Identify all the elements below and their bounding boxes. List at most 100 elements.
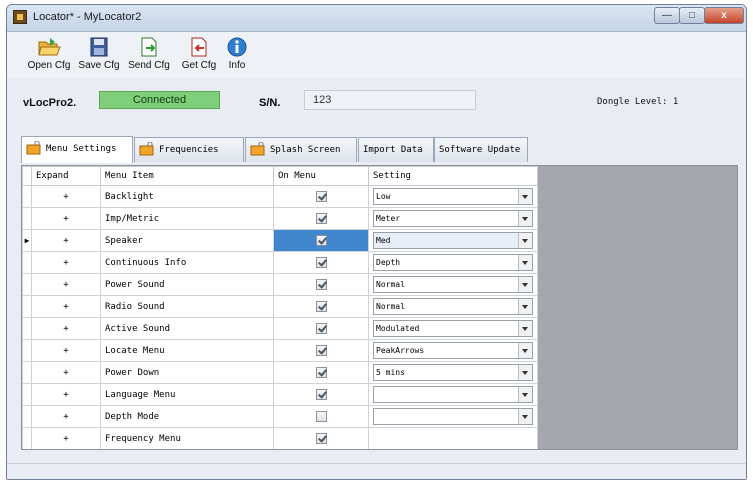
on-menu-checkbox[interactable] (315, 323, 327, 334)
row-indicator (22, 295, 32, 318)
setting-dropdown[interactable]: Depth (373, 254, 533, 271)
table-row[interactable]: + Power Sound Normal (22, 273, 538, 296)
menu-item-cell: Frequency Menu (100, 427, 274, 449)
on-menu-checkbox[interactable] (315, 433, 327, 444)
column-header-menu-item[interactable]: Menu Item (100, 166, 274, 186)
on-menu-checkbox[interactable] (315, 345, 327, 356)
setting-dropdown[interactable] (373, 408, 533, 425)
expand-cell[interactable]: + (31, 273, 101, 296)
setting-value: PeakArrows (376, 346, 425, 355)
minimize-button[interactable]: — (654, 7, 680, 24)
setting-value: Modulated (376, 324, 420, 333)
setting-cell[interactable] (368, 427, 538, 449)
close-icon: x (721, 10, 727, 21)
setting-dropdown[interactable]: Med (373, 232, 533, 249)
table-row[interactable]: + Power Down 5 mins (22, 361, 538, 384)
table-row[interactable]: + Language Menu (22, 383, 538, 406)
column-header-expand[interactable]: Expand (31, 166, 101, 186)
setting-dropdown[interactable]: 5 mins (373, 364, 533, 381)
get-cfg-button[interactable]: Get Cfg (177, 36, 221, 76)
save-disk-icon (90, 37, 108, 57)
on-menu-checkbox[interactable] (315, 213, 327, 224)
title-bar[interactable]: Locator* - MyLocator2 — □ x (7, 5, 746, 32)
dropdown-arrow-icon[interactable] (518, 189, 532, 204)
on-menu-checkbox[interactable] (315, 257, 327, 268)
setting-cell: Med (368, 229, 538, 252)
expand-cell[interactable]: + (31, 339, 101, 362)
setting-dropdown[interactable]: Meter (373, 210, 533, 227)
setting-dropdown[interactable] (373, 386, 533, 403)
tab-frequencies[interactable]: Frequencies (134, 137, 244, 162)
send-cfg-button[interactable]: Send Cfg (127, 36, 171, 76)
on-menu-checkbox[interactable] (315, 279, 327, 290)
row-indicator (22, 405, 32, 428)
info-button[interactable]: Info (221, 36, 253, 76)
tab-import-data[interactable]: Import Data (358, 137, 434, 162)
expand-cell[interactable]: + (31, 207, 101, 230)
on-menu-checkbox[interactable] (315, 301, 327, 312)
setting-dropdown[interactable]: PeakArrows (373, 342, 533, 359)
expand-cell[interactable]: + (31, 317, 101, 340)
setting-dropdown[interactable]: Modulated (373, 320, 533, 337)
dropdown-arrow-icon[interactable] (518, 321, 532, 336)
dropdown-arrow-icon[interactable] (518, 343, 532, 358)
dropdown-arrow-icon[interactable] (518, 233, 532, 248)
dropdown-arrow-icon[interactable] (518, 299, 532, 314)
dropdown-arrow-icon[interactable] (518, 365, 532, 380)
expand-cell[interactable]: + (31, 361, 101, 384)
dropdown-arrow-icon[interactable] (518, 255, 532, 270)
expand-cell[interactable]: + (31, 295, 101, 318)
on-menu-cell (273, 317, 369, 340)
expand-cell[interactable]: + (31, 405, 101, 428)
dropdown-arrow-icon[interactable] (518, 211, 532, 226)
on-menu-checkbox[interactable] (315, 235, 327, 246)
open-cfg-button[interactable]: Open Cfg (27, 36, 71, 76)
column-header-on-menu[interactable]: On Menu (273, 166, 369, 186)
on-menu-cell (273, 185, 369, 208)
row-indicator (22, 207, 32, 230)
tab-menu-settings[interactable]: Menu Settings (21, 136, 133, 163)
close-button[interactable]: x (704, 7, 744, 24)
table-row[interactable]: + Backlight Low (22, 185, 538, 208)
tab-splash-screen[interactable]: Splash Screen (245, 137, 357, 162)
expand-cell[interactable]: + (31, 229, 101, 252)
expand-cell[interactable]: + (31, 383, 101, 406)
on-menu-checkbox[interactable] (315, 389, 327, 400)
dropdown-arrow-icon[interactable] (518, 409, 532, 424)
table-row[interactable]: + Frequency Menu (22, 427, 538, 449)
table-row[interactable]: + Locate Menu PeakArrows (22, 339, 538, 362)
row-indicator: ▶ (22, 229, 32, 252)
expand-cell[interactable]: + (31, 251, 101, 274)
setting-dropdown[interactable]: Low (373, 188, 533, 205)
save-cfg-button[interactable]: Save Cfg (77, 36, 121, 76)
dropdown-arrow-icon[interactable] (518, 387, 532, 402)
folder-open-icon (38, 38, 61, 56)
table-row[interactable]: ▶ + Speaker Med (22, 229, 538, 252)
setting-dropdown[interactable]: Normal (373, 298, 533, 315)
table-row[interactable]: + Depth Mode (22, 405, 538, 428)
on-menu-checkbox[interactable] (315, 367, 327, 378)
setting-dropdown[interactable]: Normal (373, 276, 533, 293)
setting-value: Normal (376, 280, 405, 289)
table-row[interactable]: + Continuous Info Depth (22, 251, 538, 274)
maximize-icon: □ (688, 10, 696, 21)
setting-value: Meter (376, 214, 401, 223)
table-row[interactable]: + Imp/Metric Meter (22, 207, 538, 230)
menu-item-cell: Speaker (100, 229, 274, 252)
on-menu-cell (273, 273, 369, 296)
on-menu-cell (273, 295, 369, 318)
app-icon (13, 10, 27, 24)
table-row[interactable]: + Active Sound Modulated (22, 317, 538, 340)
dropdown-arrow-icon[interactable] (518, 277, 532, 292)
serial-number-label: S/N. (259, 97, 281, 109)
expand-cell[interactable]: + (31, 427, 101, 449)
table-row[interactable]: + Radio Sound Normal (22, 295, 538, 318)
tab-software-update[interactable]: Software Update (434, 137, 528, 162)
on-menu-checkbox[interactable] (315, 191, 327, 202)
maximize-button[interactable]: □ (679, 7, 705, 24)
table-header-row: Expand Menu Item On Menu Setting (22, 166, 538, 186)
on-menu-checkbox[interactable] (315, 411, 327, 422)
column-header-setting[interactable]: Setting (368, 166, 538, 186)
expand-cell[interactable]: + (31, 185, 101, 208)
send-document-icon (141, 37, 157, 57)
